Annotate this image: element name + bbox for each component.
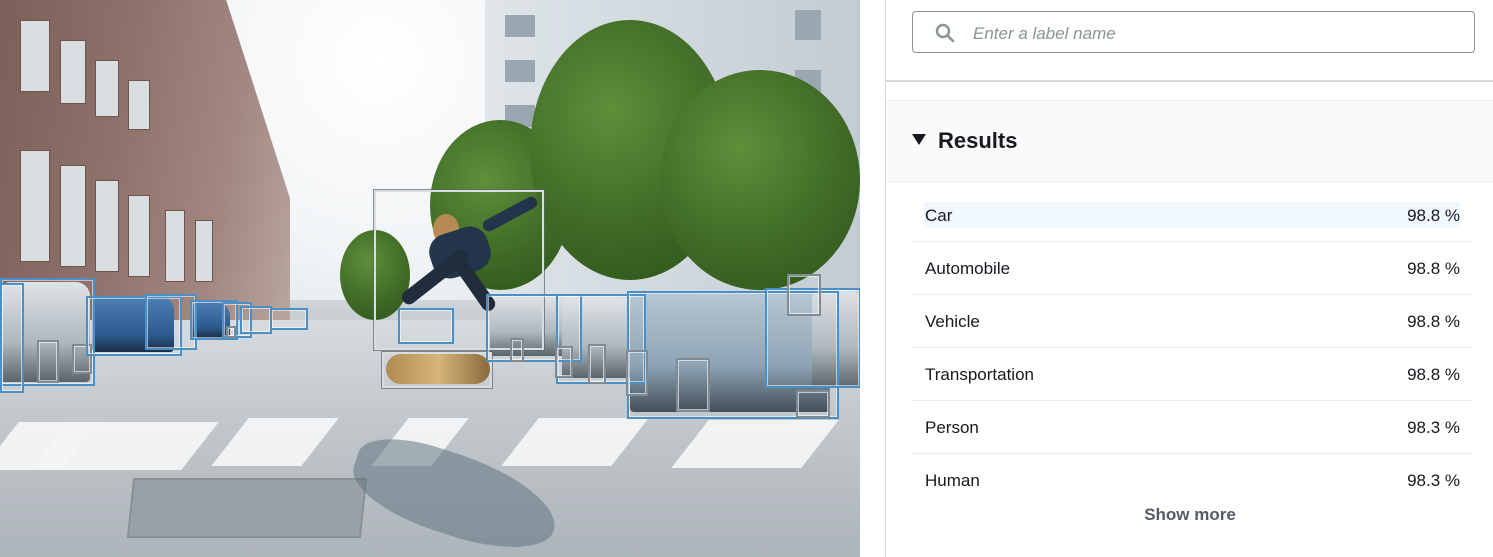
result-row[interactable]: Transportation 98.8 % [912, 348, 1472, 401]
label-search-area [886, 0, 1493, 82]
results-section-toggle[interactable]: Results [886, 100, 1493, 182]
bbox-wheel[interactable] [226, 326, 236, 338]
labels-panel: Results Car 98.8 % Automobile 98.8 % Veh… [885, 0, 1493, 557]
result-confidence: 98.8 % [1407, 312, 1460, 331]
bbox-car[interactable] [270, 308, 308, 330]
bbox-car[interactable] [398, 308, 454, 344]
result-confidence: 98.8 % [1407, 365, 1460, 384]
result-label: Vehicle [925, 312, 980, 331]
result-confidence: 98.3 % [1407, 471, 1460, 490]
result-label: Person [925, 418, 979, 437]
search-icon [935, 23, 955, 43]
analyzed-image [0, 0, 860, 557]
label-search-box[interactable] [912, 11, 1475, 53]
result-label: Automobile [925, 259, 1011, 278]
bbox-car[interactable] [240, 306, 272, 334]
manhole-cover [126, 478, 368, 538]
bbox-wheel[interactable] [555, 346, 573, 378]
tree [660, 70, 860, 290]
bbox-wheel[interactable] [37, 340, 59, 383]
result-row[interactable]: Automobile 98.8 % [912, 242, 1472, 295]
result-label: Human [925, 471, 980, 490]
result-row[interactable]: Car 98.8 % [912, 189, 1472, 242]
show-more-button[interactable]: Show more [886, 505, 1493, 525]
result-label: Car [925, 206, 953, 225]
result-row[interactable]: Human 98.3 % [912, 454, 1472, 507]
result-row[interactable]: Person 98.3 % [912, 401, 1472, 454]
result-confidence: 98.3 % [1407, 418, 1460, 437]
results-list: Car 98.8 % Automobile 98.8 % Vehicle 98.… [912, 189, 1472, 507]
bbox-skateboard[interactable] [382, 352, 492, 388]
label-search-input[interactable] [971, 21, 1465, 47]
result-row[interactable]: Vehicle 98.8 % [912, 295, 1472, 348]
bbox-wheel[interactable] [588, 344, 606, 384]
result-confidence: 98.8 % [1407, 259, 1460, 278]
bbox-wheel[interactable] [626, 350, 648, 396]
bbox-wheel[interactable] [510, 338, 524, 362]
bbox-mirror[interactable] [787, 274, 821, 316]
bbox-wheel[interactable] [676, 358, 710, 412]
results-title: Results [938, 128, 1018, 153]
result-confidence: 98.8 % [1407, 206, 1460, 225]
bbox-wheel[interactable] [796, 390, 830, 418]
caret-down-icon[interactable] [912, 134, 926, 145]
result-label: Transportation [925, 365, 1034, 384]
bbox-car[interactable] [0, 283, 24, 393]
